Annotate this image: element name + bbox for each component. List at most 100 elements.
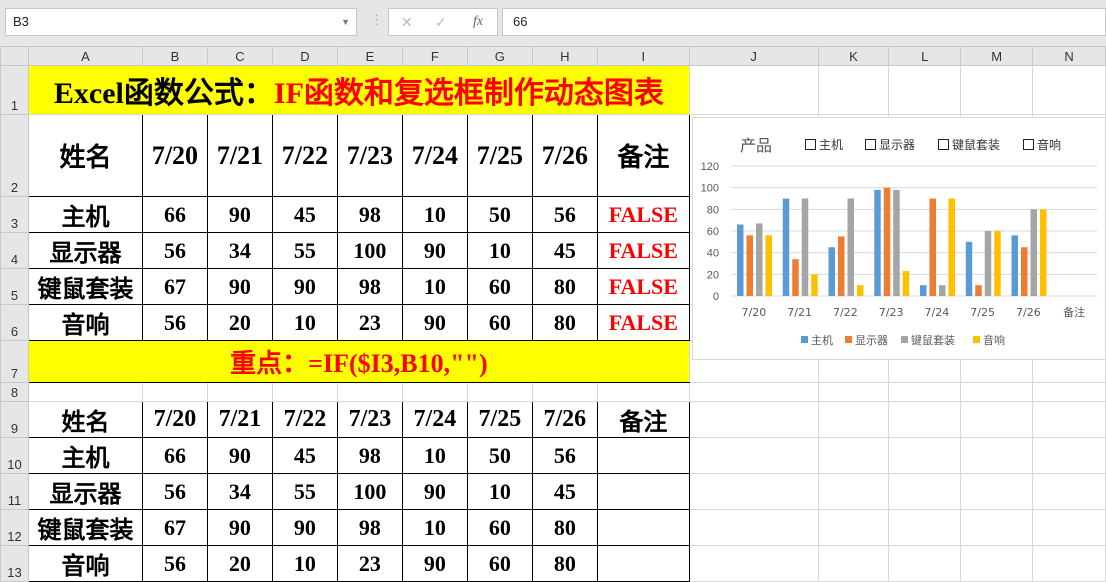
empty-cell[interactable]	[688, 382, 819, 402]
data-cell[interactable]	[596, 509, 690, 546]
row-header-8[interactable]: 8	[0, 382, 29, 402]
header-cell[interactable]: 7/24	[401, 114, 468, 197]
header-cell[interactable]: 7/23	[336, 114, 403, 197]
header-cell[interactable]: 7/20	[141, 114, 208, 197]
data-cell[interactable]: 60	[466, 509, 533, 546]
data-cell[interactable]: 67	[141, 509, 208, 546]
data-cell[interactable]: FALSE	[596, 196, 690, 233]
data-cell[interactable]: 90	[271, 268, 338, 305]
data-cell[interactable]: 80	[531, 304, 598, 341]
enter-icon[interactable]: ✓	[435, 9, 447, 35]
data-cell[interactable]: 34	[206, 232, 273, 269]
data-cell[interactable]: 98	[336, 268, 403, 305]
header-cell[interactable]: 姓名	[27, 114, 143, 197]
data-cell[interactable]: 100	[336, 232, 403, 269]
data-cell[interactable]: 56	[141, 304, 208, 341]
row-label-cell[interactable]: 主机	[27, 196, 143, 233]
column-header-G[interactable]: G	[466, 46, 533, 66]
data-cell[interactable]: 10	[271, 545, 338, 582]
data-cell[interactable]: 34	[206, 473, 273, 510]
empty-cell[interactable]	[141, 382, 208, 402]
column-header-B[interactable]: B	[141, 46, 208, 66]
empty-cell[interactable]	[817, 437, 890, 474]
empty-cell[interactable]	[688, 401, 819, 438]
row-label-cell[interactable]: 音响	[27, 545, 143, 582]
dynamic-chart[interactable]: 产品 主机 显示器 键鼠套装 音响 0 20 40 60 80 100 120 7/20 7/21 7/…	[692, 117, 1106, 360]
empty-cell[interactable]	[960, 437, 1034, 474]
row-header-10[interactable]: 10	[0, 437, 29, 474]
header-cell[interactable]: 7/26	[531, 114, 598, 197]
empty-cell[interactable]	[688, 473, 819, 510]
data-cell[interactable]: 98	[336, 509, 403, 546]
data-cell[interactable]: 55	[271, 473, 338, 510]
column-header-H[interactable]: H	[531, 46, 598, 66]
empty-cell[interactable]	[888, 401, 962, 438]
data-cell[interactable]: 20	[206, 304, 273, 341]
empty-cell[interactable]	[817, 473, 890, 510]
empty-cell[interactable]	[206, 382, 273, 402]
empty-cell[interactable]	[1032, 437, 1106, 474]
row-label-cell[interactable]: 显示器	[27, 232, 143, 269]
data-cell[interactable]: 10	[466, 232, 533, 269]
empty-cell[interactable]	[888, 65, 962, 115]
empty-cell[interactable]	[888, 545, 962, 582]
empty-cell[interactable]	[817, 545, 890, 582]
column-header-K[interactable]: K	[817, 46, 890, 66]
empty-cell[interactable]	[960, 473, 1034, 510]
data-cell[interactable]: 56	[531, 437, 598, 474]
data-cell[interactable]: 45	[271, 437, 338, 474]
empty-cell[interactable]	[960, 382, 1034, 402]
empty-cell[interactable]	[688, 509, 819, 546]
row-header-2[interactable]: 2	[0, 114, 29, 197]
data-cell[interactable]: 45	[531, 473, 598, 510]
data-cell[interactable]	[596, 437, 690, 474]
data-cell[interactable]: FALSE	[596, 232, 690, 269]
empty-cell[interactable]	[336, 382, 403, 402]
data-cell[interactable]: FALSE	[596, 268, 690, 305]
header-cell[interactable]: 7/20	[141, 401, 208, 438]
empty-cell[interactable]	[688, 65, 819, 115]
empty-cell[interactable]	[531, 382, 598, 402]
empty-cell[interactable]	[1032, 401, 1106, 438]
row-header-4[interactable]: 4	[0, 232, 29, 269]
data-cell[interactable]: 90	[401, 473, 468, 510]
data-cell[interactable]: 56	[141, 545, 208, 582]
data-cell[interactable]: 60	[466, 545, 533, 582]
data-cell[interactable]: 98	[336, 196, 403, 233]
empty-cell[interactable]	[817, 401, 890, 438]
data-cell[interactable]: 23	[336, 545, 403, 582]
header-cell[interactable]: 备注	[596, 401, 690, 438]
header-cell[interactable]: 7/21	[206, 114, 273, 197]
row-label-cell[interactable]: 键鼠套装	[27, 509, 143, 546]
empty-cell[interactable]	[888, 509, 962, 546]
data-cell[interactable]: 66	[141, 437, 208, 474]
empty-cell[interactable]	[888, 437, 962, 474]
empty-cell[interactable]	[1032, 473, 1106, 510]
row-header-5[interactable]: 5	[0, 268, 29, 305]
title-cell[interactable]: Excel函数公式：IF函数和复选框制作动态图表	[27, 65, 690, 115]
row-label-cell[interactable]: 音响	[27, 304, 143, 341]
row-header-11[interactable]: 11	[0, 473, 29, 510]
splitter-handle[interactable]: ⋮	[370, 12, 383, 28]
row-header-12[interactable]: 12	[0, 509, 29, 546]
data-cell[interactable]: 45	[271, 196, 338, 233]
name-box[interactable]: B3 ▼	[5, 8, 357, 36]
column-header-D[interactable]: D	[271, 46, 338, 66]
empty-cell[interactable]	[27, 382, 143, 402]
data-cell[interactable]: 80	[531, 545, 598, 582]
data-cell[interactable]: 56	[141, 473, 208, 510]
chevron-down-icon[interactable]: ▼	[341, 9, 350, 35]
empty-cell[interactable]	[1032, 382, 1106, 402]
data-cell[interactable]: 90	[206, 437, 273, 474]
row-label-cell[interactable]: 显示器	[27, 473, 143, 510]
data-cell[interactable]: 56	[531, 196, 598, 233]
row-label-cell[interactable]: 键鼠套装	[27, 268, 143, 305]
data-cell[interactable]: 90	[206, 509, 273, 546]
column-header-L[interactable]: L	[888, 46, 962, 66]
column-header-I[interactable]: I	[596, 46, 690, 66]
empty-cell[interactable]	[1032, 545, 1106, 582]
data-cell[interactable]: 56	[141, 232, 208, 269]
empty-cell[interactable]	[1032, 509, 1106, 546]
data-cell[interactable]: 20	[206, 545, 273, 582]
header-cell[interactable]: 7/25	[466, 114, 533, 197]
